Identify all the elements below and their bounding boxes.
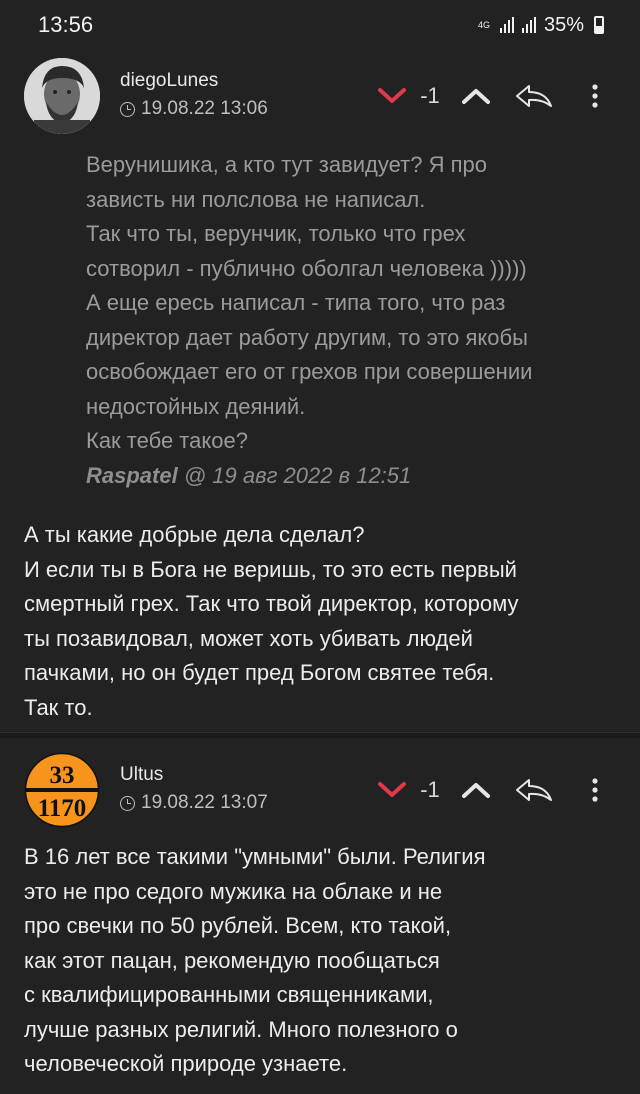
quote-line: освобождает его от грехов при совершении xyxy=(86,359,533,384)
comment-text: А ты какие добрые дела сделал? И если ты… xyxy=(24,518,624,725)
username[interactable]: Ultus xyxy=(120,764,163,786)
upvote-icon xyxy=(462,783,490,798)
text-line: человеческой природе узнаете. xyxy=(24,1051,348,1076)
username[interactable]: diegoLunes xyxy=(120,70,218,92)
clock-icon xyxy=(120,101,135,117)
downvote-icon xyxy=(378,782,406,797)
text-line: Так то. xyxy=(24,694,93,720)
reply-icon xyxy=(516,779,552,801)
signal-icon-2 xyxy=(521,17,536,33)
reply-button[interactable] xyxy=(504,76,564,116)
comment-date: 19.08.22 13:07 xyxy=(120,792,268,814)
more-button[interactable] xyxy=(580,770,610,810)
signal-icon xyxy=(499,17,514,33)
avatar[interactable]: 33 1170 xyxy=(24,752,100,828)
network-type: 4G xyxy=(477,19,490,30)
downvote-button[interactable] xyxy=(372,770,412,810)
downvote-button[interactable] xyxy=(372,76,412,116)
vote-score: -1 xyxy=(420,777,440,802)
text-line: В 16 лет все такими "умными" были. Религ… xyxy=(24,844,486,869)
quote-attribution: Raspatel @ 19 авг 2022 в 12:51 xyxy=(86,459,626,494)
avatar[interactable] xyxy=(24,58,100,134)
quote-line: зависть ни полслова не написал. xyxy=(86,186,426,212)
text-line: это не про седого мужика на облаке и не xyxy=(24,878,443,904)
comment: 33 1170 Ultus 19.08.22 13:07 -1 В 16 лет… xyxy=(0,738,640,1094)
status-bar: 13:56 4G 35% xyxy=(0,0,640,50)
comment-date: 19.08.22 13:06 xyxy=(120,98,268,120)
text-line: про свечки по 50 рублей. Всем, кто такой… xyxy=(24,913,452,938)
upvote-icon xyxy=(462,89,490,104)
avatar-hazard-plate: 33 1170 xyxy=(24,752,100,828)
battery-icon xyxy=(594,16,604,34)
plate-top-number: 33 xyxy=(50,762,75,789)
text-line: И если ты в Бога не веришь, то это есть … xyxy=(24,556,517,582)
text-line: как этот пацан, рекомендую пообщаться xyxy=(24,947,440,973)
quote-line: директор дает работу другим, то это якоб… xyxy=(86,324,528,350)
comment-actions: -1 xyxy=(372,770,622,810)
vote-score: -1 xyxy=(420,83,440,108)
status-time: 13:56 xyxy=(38,12,94,37)
quoted-text: Верунишика, а кто тут завидует? Я про за… xyxy=(86,148,626,493)
reply-button[interactable] xyxy=(504,770,564,810)
date-text: 19.08.22 13:06 xyxy=(141,98,268,119)
more-icon xyxy=(592,84,598,108)
comment: diegoLunes 19.08.22 13:06 -1 Верунишика,… xyxy=(0,50,640,732)
clock-icon xyxy=(120,795,135,811)
upvote-button[interactable] xyxy=(454,76,498,116)
text-line: смертный грех. Так что твой директор, ко… xyxy=(24,591,519,616)
quote-line: сотворил - публично оболгал человека )))… xyxy=(86,255,527,281)
status-icons: 4G 35% xyxy=(478,14,604,37)
upvote-button[interactable] xyxy=(454,770,498,810)
quote-line: Верунишика, а кто тут завидует? Я про xyxy=(86,152,487,177)
reply-icon xyxy=(516,85,552,107)
date-text: 19.08.22 13:07 xyxy=(141,792,268,813)
text-line: с квалифицированными священниками, xyxy=(24,982,434,1007)
avatar-portrait xyxy=(24,58,100,134)
more-button[interactable] xyxy=(580,76,610,116)
quote-date: @ 19 авг 2022 в 12:51 xyxy=(183,462,412,488)
more-icon xyxy=(592,778,598,802)
quote-line: недостойных деяний. xyxy=(86,393,306,419)
text-line: лучше разных религий. Много полезного о xyxy=(24,1016,458,1042)
quote-line: Как тебе такое? xyxy=(86,428,248,453)
text-line: А ты какие добрые дела сделал? xyxy=(24,522,365,547)
quote-line: Так что ты, верунчик, только что грех xyxy=(86,221,466,246)
comment-text: В 16 лет все такими "умными" были. Религ… xyxy=(24,840,624,1082)
quote-author-link[interactable]: Raspatel xyxy=(86,463,178,488)
comment-actions: -1 xyxy=(372,76,622,116)
text-line: пачками, но он будет пред Богом святее т… xyxy=(24,660,495,685)
plate-bottom-number: 1170 xyxy=(38,795,87,822)
battery-percent: 35% xyxy=(543,13,584,36)
quote-line: А еще ересь написал - типа того, что раз xyxy=(86,290,506,315)
downvote-icon xyxy=(378,88,406,103)
text-line: ты позавидовал, может хоть убивать людей xyxy=(24,625,473,651)
